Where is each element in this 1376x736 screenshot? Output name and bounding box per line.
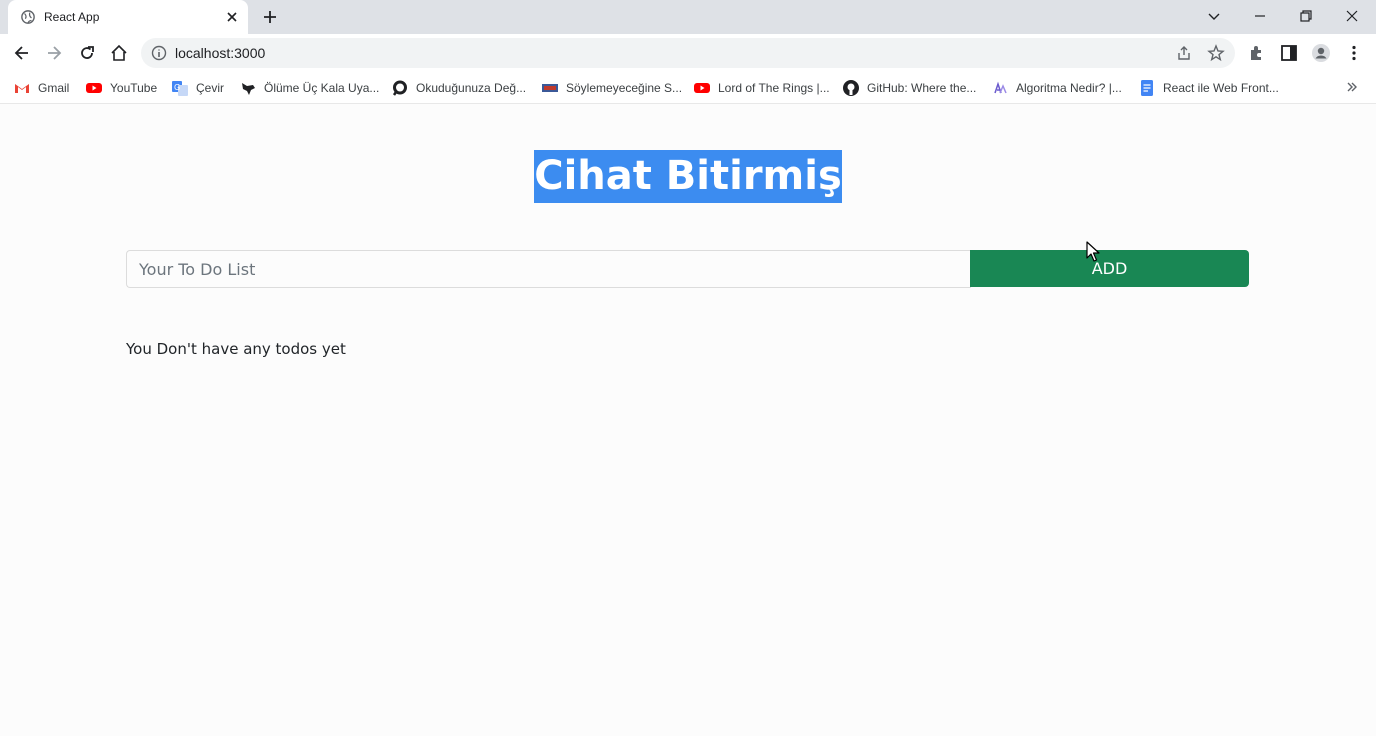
address-bar[interactable]: localhost:3000 <box>141 38 1235 68</box>
tab-react-app[interactable]: React App <box>8 0 248 34</box>
page-title: Cihat Bitirmiş <box>534 150 842 203</box>
bookmark-label: React ile Web Front... <box>1163 81 1279 95</box>
bookmark-label: YouTube <box>110 81 158 95</box>
back-icon[interactable] <box>12 43 32 63</box>
bookmark-gmail[interactable]: Gmail <box>14 78 69 98</box>
close-window-icon[interactable] <box>1342 6 1362 26</box>
bookmark-label: Okuduğunuza Değ... <box>416 81 527 95</box>
bookmark-react-ile-web[interactable]: React ile Web Front... <box>1139 78 1279 98</box>
tab-strip: React App <box>0 0 1376 34</box>
home-icon[interactable] <box>109 43 129 63</box>
bookmark-star-icon[interactable] <box>1207 44 1225 62</box>
mouse-cursor-icon <box>1086 241 1100 262</box>
add-button[interactable]: ADD <box>970 250 1249 287</box>
o-logo-icon <box>392 80 407 96</box>
todo-input[interactable] <box>126 250 971 288</box>
bookmark-soylemeyecegine[interactable]: Söylemeyeceğine S... <box>542 78 682 98</box>
bookmark-label: Algoritma Nedir? |... <box>1016 81 1122 95</box>
youtube-icon <box>86 83 102 93</box>
bookmark-label: Söylemeyeceğine S... <box>566 81 683 95</box>
bookmark-label: Lord of The Rings |... <box>718 81 830 95</box>
bookmark-algoritma[interactable]: Algoritma Nedir? |... <box>992 78 1122 98</box>
side-panel-icon[interactable] <box>1279 43 1299 63</box>
site-icon <box>994 81 1007 94</box>
youtube-icon <box>694 83 710 93</box>
bookmarks-bar: Gmail YouTube G Çevir Ölüme Üç Kala Uya.… <box>0 72 1376 104</box>
tab-title: React App <box>44 10 100 24</box>
site-info-icon[interactable] <box>151 45 167 61</box>
bookmark-youtube[interactable]: YouTube <box>86 78 157 98</box>
reload-icon[interactable] <box>77 43 97 63</box>
bookmark-lord-of-the-rings[interactable]: Lord of The Rings |... <box>694 78 830 98</box>
bookmark-label: Gmail <box>38 81 70 95</box>
github-icon <box>843 80 859 96</box>
url-text: localhost:3000 <box>175 45 266 61</box>
empty-todos-message: You Don't have any todos yet <box>126 340 346 358</box>
translate-icon: G <box>172 81 188 96</box>
share-icon[interactable] <box>1175 44 1193 62</box>
forward-icon[interactable] <box>44 43 64 63</box>
bookmark-cevir[interactable]: G Çevir <box>172 78 224 98</box>
bookmark-label: Çevir <box>196 81 225 95</box>
bookmark-label: GitHub: Where the... <box>867 81 977 95</box>
tab-search-icon[interactable] <box>1204 6 1224 26</box>
site-icon <box>542 84 558 92</box>
bookmark-label: Ölüme Üç Kala Uya... <box>264 81 380 95</box>
crow-icon <box>242 83 255 95</box>
page-viewport: Cihat Bitirmiş ADD You Don't have any to… <box>0 104 1376 736</box>
new-tab-icon[interactable] <box>262 9 278 25</box>
globe-icon <box>21 10 35 24</box>
minimize-icon[interactable] <box>1250 6 1270 26</box>
menu-kebab-icon[interactable] <box>1344 43 1364 63</box>
docs-icon <box>1141 80 1153 96</box>
bookmark-github[interactable]: GitHub: Where the... <box>843 78 976 98</box>
title-wrapper: Cihat Bitirmiş <box>0 150 1376 203</box>
more-bookmarks-icon[interactable] <box>1344 79 1360 95</box>
restore-icon[interactable] <box>1296 6 1316 26</box>
close-tab-icon[interactable] <box>224 9 240 25</box>
bookmark-okuduguniza[interactable]: Okuduğunuza Değ... <box>392 78 526 98</box>
svg-text:G: G <box>174 83 180 92</box>
extensions-icon[interactable] <box>1247 43 1267 63</box>
gmail-icon <box>15 84 29 93</box>
browser-toolbar: localhost:3000 <box>0 34 1376 72</box>
bookmark-olume-uc-kala[interactable]: Ölüme Üç Kala Uya... <box>240 78 379 98</box>
profile-avatar-icon[interactable] <box>1311 43 1331 63</box>
